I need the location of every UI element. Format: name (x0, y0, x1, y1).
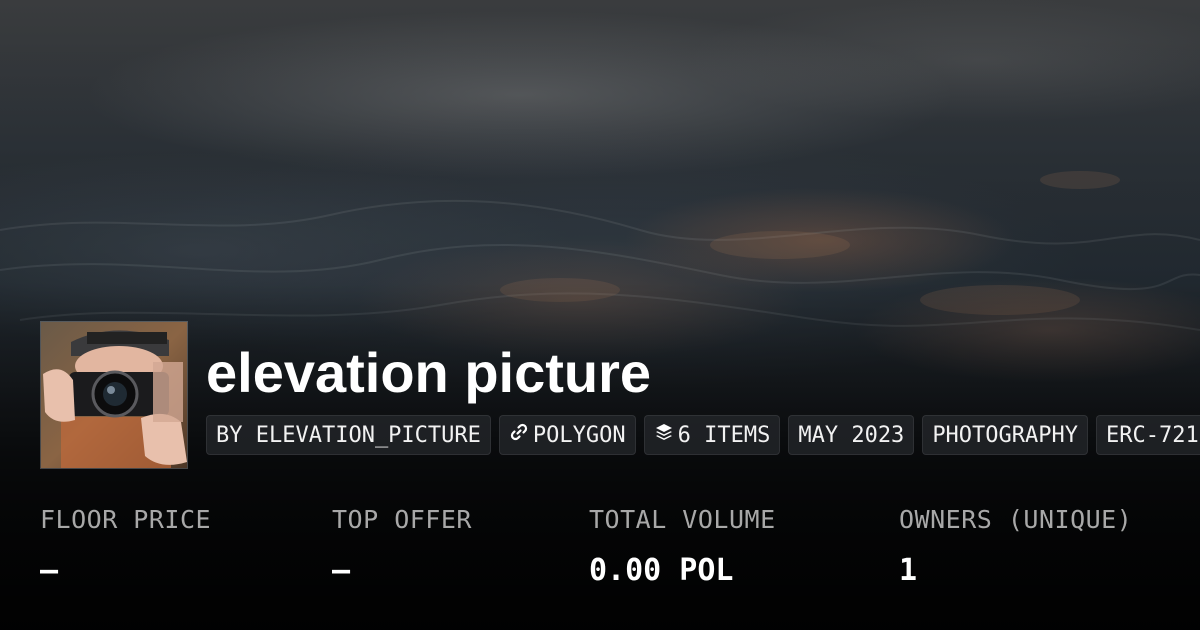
date-tag: MAY 2023 (788, 415, 915, 455)
chain-tag-label: POLYGON (532, 422, 626, 448)
items-tag-label: 6 ITEMS (677, 422, 771, 448)
total-volume-value: 0.00 POL (589, 553, 734, 588)
total-volume-label: TOTAL VOLUME (589, 505, 776, 534)
link-icon (509, 422, 533, 448)
layers-icon (654, 422, 678, 448)
standard-tag: ERC-721 (1096, 415, 1200, 455)
floor-price-value: – (40, 553, 59, 588)
floor-price-label: FLOOR PRICE (40, 505, 212, 534)
creator-tag-label: BY ELEVATION_PICTURE (216, 422, 481, 448)
collection-avatar (40, 321, 188, 469)
banner-gradient-overlay (0, 0, 1200, 630)
date-tag-label: MAY 2023 (798, 422, 905, 448)
owners-value: 1 (899, 553, 918, 588)
standard-tag-label: ERC-721 (1106, 422, 1199, 448)
owners-label: OWNERS (UNIQUE) (899, 505, 1133, 534)
creator-tag[interactable]: BY ELEVATION_PICTURE (206, 415, 491, 455)
collection-tags: BY ELEVATION_PICTURE POLYGON 6 ITEMS MAY… (206, 415, 1200, 455)
top-offer-label: TOP OFFER (332, 505, 472, 534)
chain-tag[interactable]: POLYGON (498, 415, 636, 455)
category-tag-label: PHOTOGRAPHY (932, 422, 1079, 448)
items-tag: 6 ITEMS (643, 415, 781, 455)
collection-title: elevation picture (206, 341, 652, 404)
category-tag[interactable]: PHOTOGRAPHY (922, 415, 1089, 455)
top-offer-value: – (332, 553, 351, 588)
